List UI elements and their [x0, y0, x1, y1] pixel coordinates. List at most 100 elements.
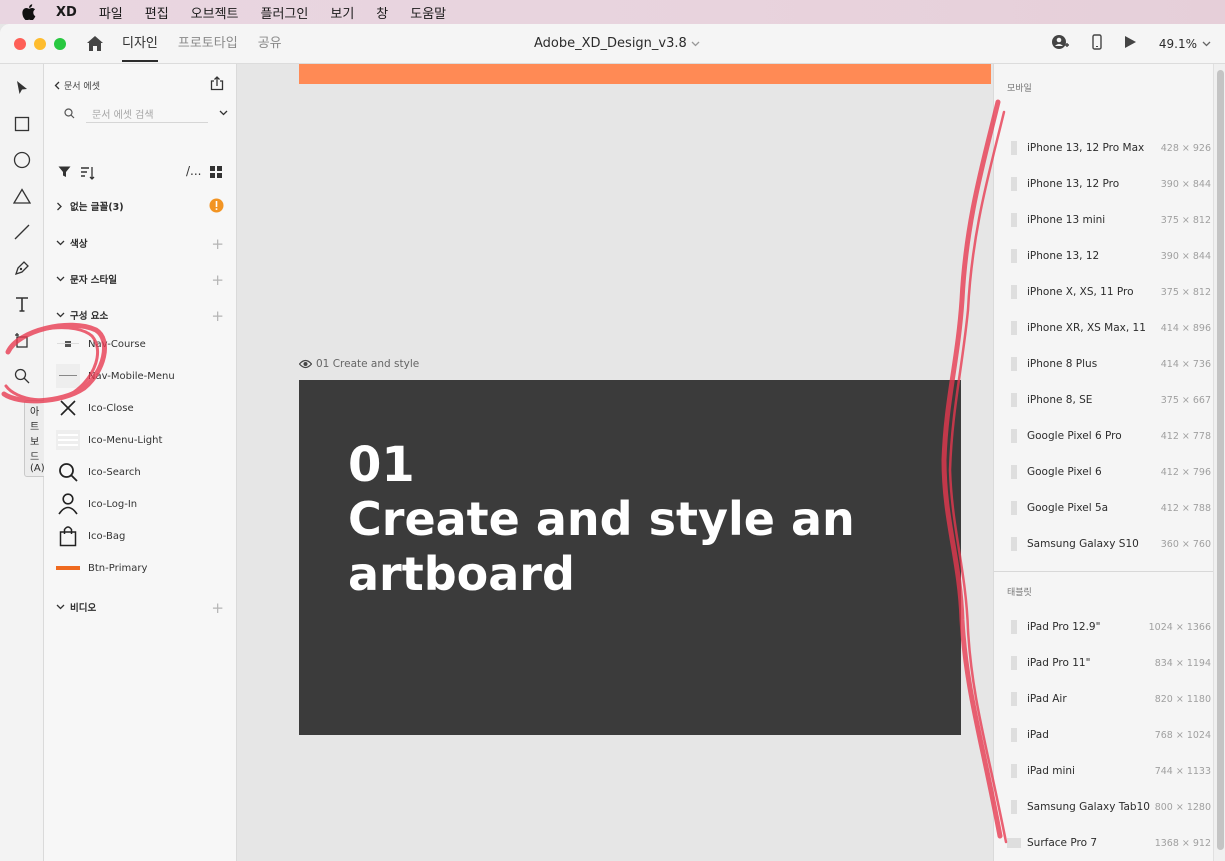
component-item[interactable]: Ico-Search	[56, 460, 226, 484]
user-icon	[56, 492, 80, 516]
preset-name: iPhone 8 Plus	[1027, 358, 1098, 370]
preset-item[interactable]: iPad 768 × 1024	[994, 717, 1213, 753]
mobile-preview-icon[interactable]	[1092, 34, 1102, 53]
text-tool-icon[interactable]	[12, 294, 32, 314]
pen-tool-icon[interactable]	[12, 258, 32, 278]
preset-item[interactable]: iPhone 13, 12 390 × 844	[994, 238, 1213, 274]
assets-header-title: 문서 에셋	[64, 82, 100, 92]
menu-window[interactable]: 창	[376, 3, 388, 22]
section-colors[interactable]: 색상 +	[56, 234, 224, 253]
section-colors-label: 색상	[70, 239, 88, 250]
grid-view-icon[interactable]	[210, 166, 222, 181]
ellipse-tool-icon[interactable]	[12, 150, 32, 170]
component-item[interactable]: Ico-Log-In	[56, 492, 226, 516]
menu-view[interactable]: 보기	[330, 3, 354, 22]
preset-name: Google Pixel 5a	[1027, 502, 1109, 514]
preset-item[interactable]: iPhone 8, SE 375 × 667	[994, 382, 1213, 418]
preset-item[interactable]: Google Pixel 6 Pro 412 × 778	[994, 418, 1213, 454]
section-video-label: 비디오	[70, 603, 97, 614]
close-window-button[interactable]	[14, 38, 26, 50]
home-icon[interactable]	[86, 35, 104, 56]
tab-design[interactable]: 디자인	[122, 24, 158, 64]
preset-item[interactable]: Samsung Galaxy Tab10 800 × 1280	[994, 789, 1213, 825]
assets-search-field[interactable]: 문서 에셋 검색	[54, 102, 228, 124]
missing-fonts-row[interactable]: 없는 글꼴(3)	[56, 197, 224, 215]
tab-share[interactable]: 공유	[258, 24, 282, 64]
warning-icon	[209, 198, 224, 216]
artboard-tool-icon[interactable]	[12, 330, 32, 350]
list-view-icon[interactable]: /...	[186, 164, 202, 178]
zoom-control[interactable]: 49.1%	[1159, 37, 1211, 51]
menu-edit[interactable]: 편집	[145, 3, 169, 22]
design-canvas[interactable]: 01 Create and style 01 Create and style …	[237, 64, 993, 861]
zoom-level: 49.1%	[1158, 36, 1197, 51]
artboard-top-strip[interactable]	[299, 64, 991, 84]
preset-item[interactable]: iPad mini 744 × 1133	[994, 753, 1213, 789]
artboard-label[interactable]: 01 Create and style	[299, 358, 419, 370]
component-item[interactable]: Btn-Primary	[56, 556, 226, 580]
add-component-icon[interactable]: +	[211, 307, 224, 325]
tab-prototype[interactable]: 프로토타입	[178, 24, 238, 64]
preset-item[interactable]: iPad Air 820 × 1180	[994, 681, 1213, 717]
section-components[interactable]: 구성 요소 +	[56, 306, 224, 325]
preset-item[interactable]: iPad Pro 12.9" 1024 × 1366	[994, 609, 1213, 645]
preset-item[interactable]: Surface Pro 7 1368 × 912	[994, 825, 1213, 861]
component-item[interactable]: Ico-Bag	[56, 524, 226, 548]
menu-plugins[interactable]: 플러그인	[261, 3, 309, 22]
artboard-label-text: 01 Create and style	[316, 358, 420, 370]
preset-item[interactable]: Samsung Galaxy S10 360 × 760	[994, 526, 1213, 562]
component-item[interactable]: Nav-Course	[56, 332, 226, 356]
apple-icon[interactable]	[22, 4, 40, 20]
assets-back-link[interactable]: 문서 에셋	[54, 79, 100, 92]
preset-item[interactable]: iPhone 13, 12 Pro 390 × 844	[994, 166, 1213, 202]
play-preview-icon[interactable]	[1124, 35, 1137, 52]
preset-item[interactable]: iPhone XR, XS Max, 11 414 × 896	[994, 310, 1213, 346]
menu-help[interactable]: 도움말	[410, 3, 446, 22]
section-components-label: 구성 요소	[70, 311, 109, 322]
component-item[interactable]: Ico-Close	[56, 396, 226, 420]
filter-icon[interactable]	[58, 166, 71, 181]
component-name: Nav-Mobile-Menu	[88, 370, 175, 382]
line-tool-icon[interactable]	[12, 222, 32, 242]
share-export-icon[interactable]	[210, 76, 224, 94]
component-item[interactable]: Ico-Menu-Light	[56, 428, 226, 452]
menu-app-name[interactable]: XD	[56, 5, 77, 20]
section-video[interactable]: 비디오 +	[56, 598, 224, 617]
section-character-styles[interactable]: 문자 스타일 +	[56, 270, 224, 289]
zoom-tool-icon[interactable]	[12, 366, 32, 386]
minimize-window-button[interactable]	[34, 38, 46, 50]
invite-user-icon[interactable]	[1051, 34, 1070, 53]
add-character-style-icon[interactable]: +	[211, 271, 224, 289]
preset-item[interactable]: iPhone 13 mini 375 × 812	[994, 202, 1213, 238]
preset-size: 1368 × 912	[1154, 837, 1211, 849]
component-thumbnail	[56, 332, 80, 356]
preset-item[interactable]: iPhone 8 Plus 414 × 736	[994, 346, 1213, 382]
device-icon	[1011, 249, 1017, 263]
menu-file[interactable]: 파일	[99, 3, 123, 22]
preset-item[interactable]: iPhone 13, 12 Pro Max 428 × 926	[994, 130, 1213, 166]
preset-item[interactable]: iPad Pro 11" 834 × 1194	[994, 645, 1213, 681]
preset-group-tablet: 태블릿	[1007, 588, 1032, 598]
preset-item[interactable]: Google Pixel 6 412 × 796	[994, 454, 1213, 490]
component-item[interactable]: Nav-Mobile-Menu	[56, 364, 226, 388]
add-video-icon[interactable]: +	[211, 599, 224, 617]
document-title[interactable]: Adobe_XD_Design_v3.8	[534, 36, 700, 51]
chevron-right-icon	[56, 202, 66, 211]
zoom-window-button[interactable]	[54, 38, 66, 50]
preset-size: 834 × 1194	[1154, 657, 1211, 669]
artboard[interactable]: 01 Create and style an artboard	[299, 380, 961, 735]
document-title-text: Adobe_XD_Design_v3.8	[534, 36, 687, 51]
presets-scrollbar[interactable]	[1213, 64, 1225, 861]
preset-name: Google Pixel 6	[1027, 466, 1102, 478]
component-thumbnail	[56, 364, 80, 388]
presets-scrollbar-thumb[interactable]	[1217, 70, 1224, 850]
sort-icon[interactable]	[80, 166, 96, 183]
preset-item[interactable]: Google Pixel 5a 412 × 788	[994, 490, 1213, 526]
menu-object[interactable]: 오브젝트	[191, 3, 239, 22]
select-tool-icon[interactable]	[12, 78, 32, 98]
preset-size: 414 × 736	[1160, 358, 1211, 370]
preset-item[interactable]: iPhone X, XS, 11 Pro 375 × 812	[994, 274, 1213, 310]
polygon-tool-icon[interactable]	[12, 186, 32, 206]
rectangle-tool-icon[interactable]	[12, 114, 32, 134]
add-color-icon[interactable]: +	[211, 235, 224, 253]
